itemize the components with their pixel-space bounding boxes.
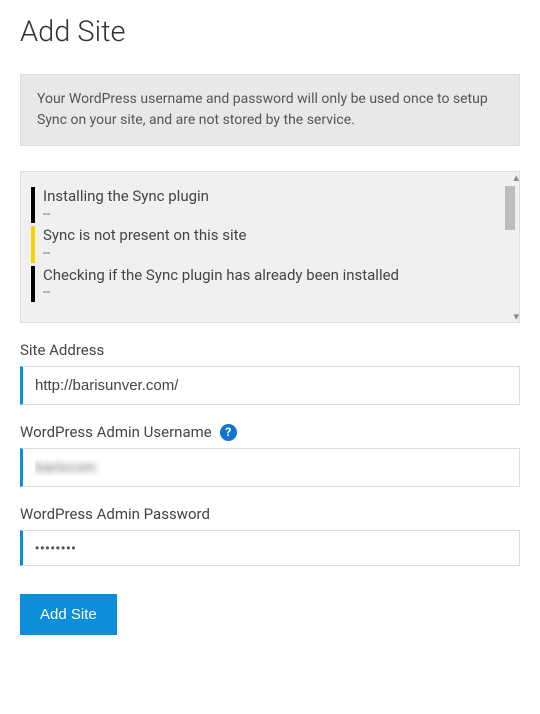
log-separator: -- xyxy=(43,207,519,224)
site-address-input[interactable] xyxy=(20,366,520,405)
page-title: Add Site xyxy=(20,15,520,49)
admin-username-label: WordPress Admin Username xyxy=(20,423,212,441)
scroll-down-indicator: ▾ xyxy=(513,311,519,322)
log-entry: Checking if the Sync plugin has already … xyxy=(31,266,519,302)
admin-username-input[interactable] xyxy=(20,448,520,487)
site-address-label: Site Address xyxy=(20,341,520,359)
log-panel[interactable]: ▴ Installing the Sync plugin -- Sync is … xyxy=(20,171,520,323)
add-site-button[interactable]: Add Site xyxy=(20,594,117,635)
log-entry: Sync is not present on this site -- xyxy=(31,226,519,262)
scrollbar-thumb[interactable] xyxy=(505,186,515,230)
info-banner: Your WordPress username and password wil… xyxy=(20,74,520,146)
log-entry: Installing the Sync plugin -- xyxy=(31,187,519,223)
admin-password-input[interactable] xyxy=(20,530,520,566)
log-text: Sync is not present on this site xyxy=(43,226,519,246)
help-icon[interactable]: ? xyxy=(220,424,237,441)
log-text: Installing the Sync plugin xyxy=(43,187,519,207)
log-separator: -- xyxy=(43,285,519,302)
scroll-up-indicator: ▴ xyxy=(513,172,519,183)
admin-username-group: WordPress Admin Username ? xyxy=(20,423,520,487)
log-separator: -- xyxy=(43,246,519,263)
admin-password-label: WordPress Admin Password xyxy=(20,505,520,523)
admin-password-group: WordPress Admin Password xyxy=(20,505,520,566)
log-text: Checking if the Sync plugin has already … xyxy=(43,266,519,286)
site-address-group: Site Address xyxy=(20,341,520,405)
